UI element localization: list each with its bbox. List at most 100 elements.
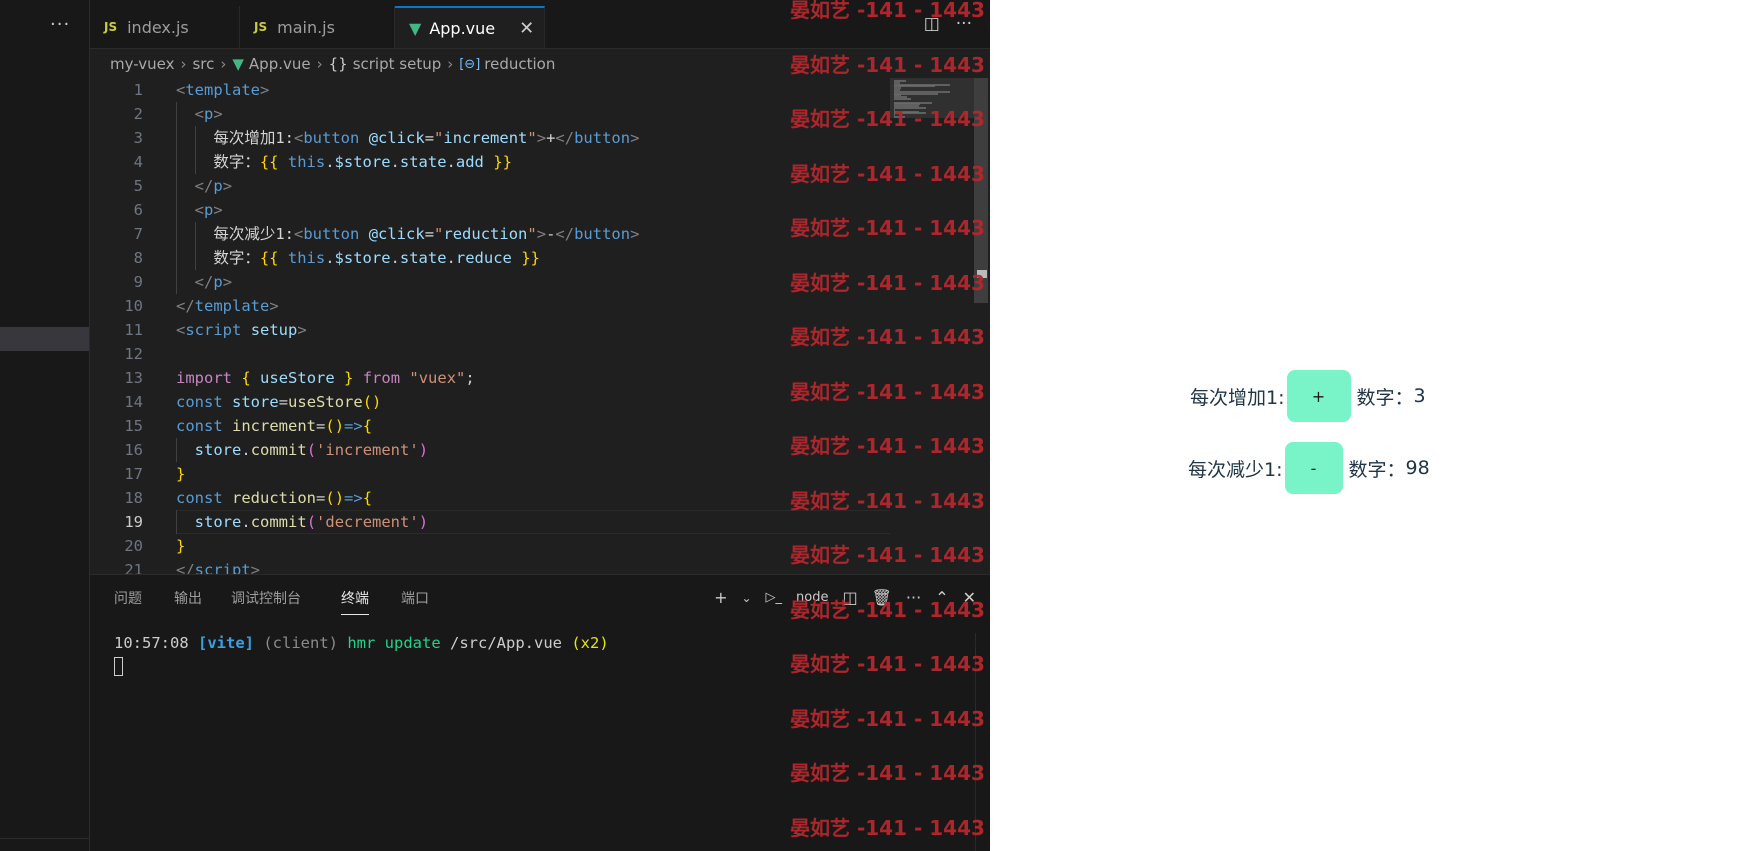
code-line[interactable]: 17} <box>90 462 890 486</box>
reduce-number-label: 数字： <box>1348 458 1406 481</box>
chevron-right-icon: › <box>180 55 187 73</box>
breadcrumb-item[interactable]: my-vuex <box>110 55 174 73</box>
terminal-count: (x2) <box>571 634 609 652</box>
code-line[interactable]: 1 <template> <box>90 78 890 102</box>
code-text: 每次减少1:<button @click="reduction">-</butt… <box>213 225 640 243</box>
code-text: <script setup> <box>176 321 307 339</box>
terminal-tag: [vite] <box>198 634 254 652</box>
code-line[interactable]: 8 数字：{{ this.$store.state.reduce }} <box>90 246 890 270</box>
increment-label: 每次增加1: <box>1190 386 1285 409</box>
line-number: 11 <box>124 321 143 339</box>
braces-icon: {} <box>328 55 348 73</box>
code-text: import { useStore } from "vuex"; <box>176 369 475 387</box>
code-line[interactable]: 11 <script setup> <box>90 318 890 342</box>
add-number-value: 3 <box>1413 385 1426 407</box>
tab-debug-console[interactable]: 调试控制台 <box>231 588 301 608</box>
line-number: 13 <box>124 369 143 387</box>
code-line[interactable]: 18 const reduction=()=>{ <box>90 486 890 510</box>
add-number-label: 数字： <box>1356 386 1414 409</box>
line-number: 15 <box>124 417 143 435</box>
code-line[interactable]: 13 import { useStore } from "vuex"; <box>90 366 890 390</box>
maximize-panel-icon[interactable]: ⌃ <box>935 588 948 607</box>
line-number: 10 <box>124 297 143 315</box>
tab-ports[interactable]: 端口 <box>401 588 429 608</box>
code-line[interactable]: 12 <box>90 342 890 366</box>
code-line[interactable]: 16 store.commit('increment') <box>90 438 890 462</box>
code-line[interactable]: 9 </p> <box>90 270 890 294</box>
chevron-right-icon: › <box>220 55 227 73</box>
js-file-icon: JS <box>254 20 268 34</box>
code-text: <template> <box>176 81 270 99</box>
reduce-number-value: 98 <box>1405 457 1430 479</box>
bottom-panel: 问题 输出 调试控制台 终端 端口 + ⌄ ▷_ node ◫ 🗑 ··· ⌃ … <box>90 574 990 851</box>
line-number: 2 <box>133 105 143 123</box>
code-line[interactable]: 19 store.commit('decrement') <box>90 510 890 534</box>
reduction-label: 每次减少1: <box>1188 458 1283 481</box>
split-terminal-icon[interactable]: ◫ <box>842 588 857 607</box>
tab-app-vue[interactable]: ▼ App.vue ✕ <box>395 6 545 48</box>
code-editor[interactable]: 1 <template> 2 <p> 3 每次增加1:<button @click="… <box>90 78 890 579</box>
code-line[interactable]: 3 每次增加1:<button @click="increment">+</bu… <box>90 126 890 150</box>
terminal-scrollbar[interactable] <box>975 633 990 851</box>
more-actions-icon[interactable]: ··· <box>50 14 70 35</box>
more-actions-icon[interactable]: ··· <box>956 14 972 34</box>
breadcrumb-item[interactable]: script setup <box>353 55 442 73</box>
explorer-selected-item[interactable] <box>0 327 89 351</box>
browser-preview: 每次增加1: + 数字： 3 每次减少1: - 数字： 98 <box>990 0 1742 851</box>
editor-actions: ◫ ··· <box>924 14 972 34</box>
tab-terminal[interactable]: 终端 <box>341 588 369 615</box>
increment-button[interactable]: + <box>1286 370 1351 422</box>
new-terminal-icon[interactable]: + <box>714 588 727 607</box>
code-text: const store=useStore() <box>176 393 382 411</box>
line-number: 17 <box>124 465 143 483</box>
code-text: </p> <box>194 177 233 195</box>
tab-problems[interactable]: 问题 <box>114 588 142 608</box>
code-text: 数字：{{ this.$store.state.reduce }} <box>213 249 540 267</box>
line-number: 7 <box>133 225 143 243</box>
more-actions-icon[interactable]: ··· <box>906 588 921 607</box>
breadcrumb-item[interactable]: reduction <box>484 55 555 73</box>
line-number: 3 <box>133 129 143 147</box>
breadcrumb: my-vuex › src › ▼ App.vue › {} script se… <box>110 53 555 75</box>
chevron-down-icon[interactable]: ⌄ <box>741 591 751 605</box>
tab-label: main.js <box>277 17 335 37</box>
sidebar-divider <box>0 838 89 839</box>
code-line[interactable]: 5 </p> <box>90 174 890 198</box>
line-number: 6 <box>133 201 143 219</box>
code-line[interactable]: 7 每次减少1:<button @click="reduction">-</bu… <box>90 222 890 246</box>
split-editor-icon[interactable]: ◫ <box>924 14 940 34</box>
terminal-cursor[interactable] <box>114 657 123 676</box>
close-panel-icon[interactable]: ✕ <box>963 588 976 607</box>
breadcrumb-item[interactable]: src <box>192 55 214 73</box>
code-line[interactable]: 2 <p> <box>90 102 890 126</box>
terminal-name[interactable]: node <box>796 590 828 605</box>
code-text: </p> <box>194 273 233 291</box>
breadcrumb-item[interactable]: App.vue <box>249 55 311 73</box>
js-file-icon: JS <box>104 20 118 34</box>
code-text: store.commit('increment') <box>194 441 429 459</box>
line-number: 19 <box>124 513 143 531</box>
trash-icon[interactable]: 🗑 <box>872 588 892 607</box>
tab-index-js[interactable]: JS index.js <box>90 6 240 48</box>
tab-output[interactable]: 输出 <box>174 588 202 608</box>
terminal-client: (client) <box>263 634 338 652</box>
code-text: const reduction=()=>{ <box>176 489 373 507</box>
line-number: 16 <box>124 441 143 459</box>
reduction-button[interactable]: - <box>1284 442 1343 494</box>
code-line[interactable]: 4 数字：{{ this.$store.state.add }} <box>90 150 890 174</box>
code-text: <p> <box>194 105 223 123</box>
minimap-slider[interactable] <box>890 78 974 118</box>
code-line[interactable]: 6 <p> <box>90 198 890 222</box>
close-tab-icon[interactable]: ✕ <box>519 18 534 39</box>
code-line[interactable]: 14 const store=useStore() <box>90 390 890 414</box>
chevron-right-icon: › <box>316 55 323 73</box>
line-number: 20 <box>124 537 143 555</box>
chevron-right-icon: › <box>447 55 454 73</box>
code-line[interactable]: 10 </template> <box>90 294 890 318</box>
tab-main-js[interactable]: JS main.js <box>240 6 395 48</box>
code-text: const increment=()=>{ <box>176 417 373 435</box>
code-line[interactable]: 20} <box>90 534 890 558</box>
line-number: 18 <box>124 489 143 507</box>
code-line[interactable]: 15 const increment=()=>{ <box>90 414 890 438</box>
code-text: } <box>176 537 186 555</box>
